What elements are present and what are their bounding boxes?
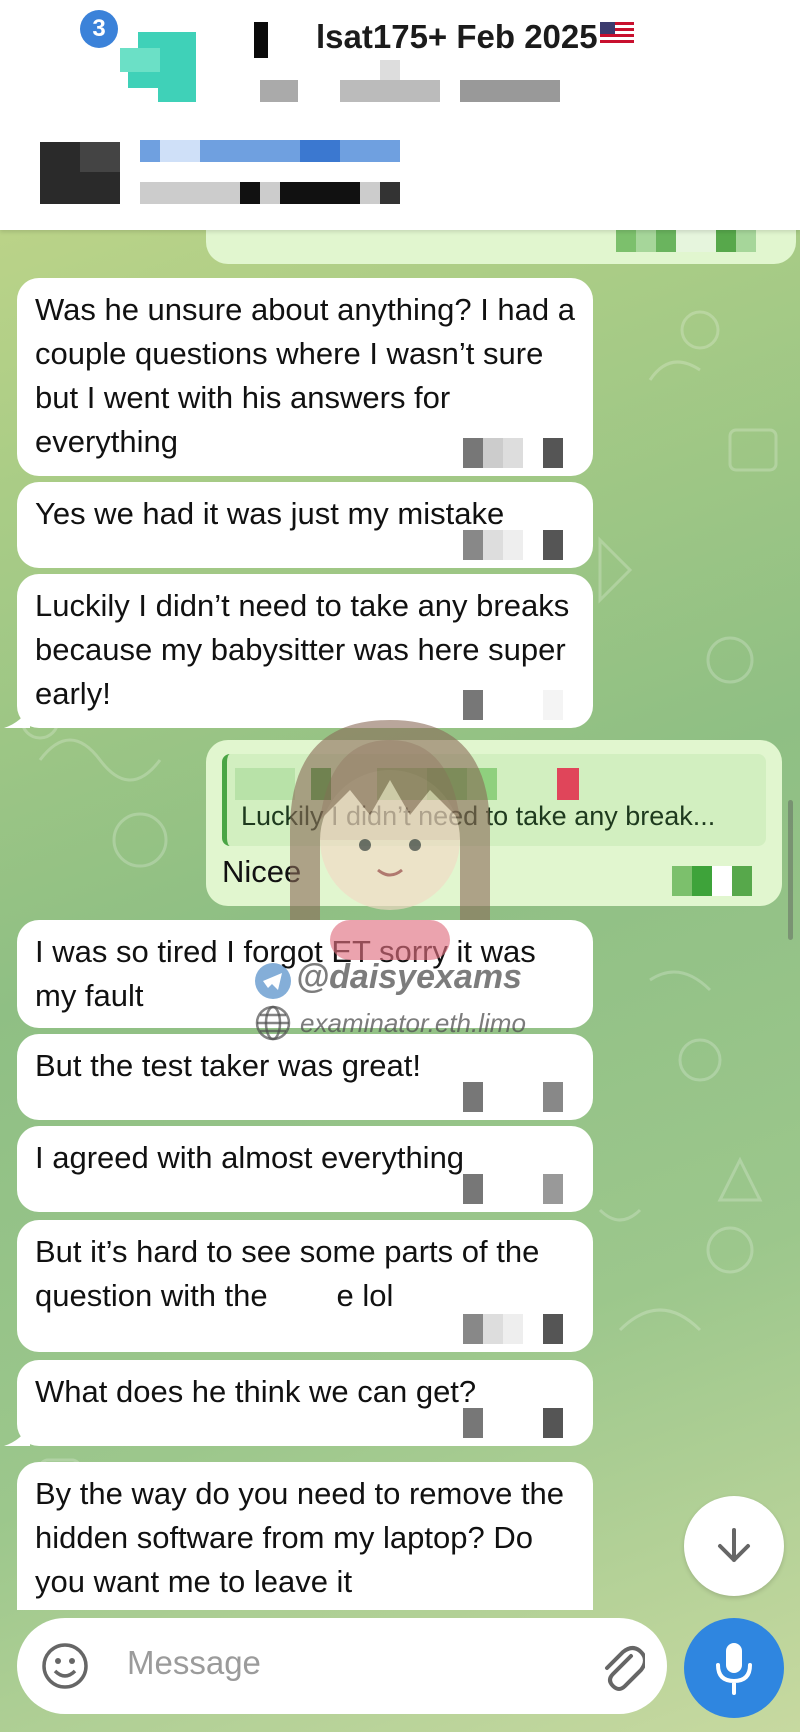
message-meta <box>463 690 563 720</box>
emoji-icon[interactable] <box>41 1642 89 1690</box>
voice-record-button[interactable] <box>684 1618 784 1718</box>
title-redaction <box>254 22 268 58</box>
message-input[interactable]: Message <box>127 1644 261 1682</box>
scrollbar[interactable] <box>788 800 793 940</box>
chat-title-row[interactable]: lsat175+ Feb 2025 <box>316 18 634 56</box>
us-flag-icon <box>599 22 634 44</box>
incoming-message[interactable]: I agreed with almost everything <box>17 1126 593 1212</box>
chat-header: 3 lsat175+ Feb 2025 <box>0 0 800 230</box>
incoming-message[interactable]: Luckily I didn’t need to take any breaks… <box>17 574 593 728</box>
message-meta <box>463 1408 563 1438</box>
incoming-message[interactable]: Was he unsure about anything? I had a co… <box>17 278 593 476</box>
arrow-down-icon <box>718 1528 750 1562</box>
incoming-message[interactable]: But the test taker was great! <box>17 1034 593 1120</box>
paperclip-icon[interactable] <box>597 1638 645 1694</box>
incoming-message[interactable]: Yes we had it was just my mistake <box>17 482 593 568</box>
message-meta <box>463 530 563 560</box>
message-meta <box>672 866 752 896</box>
message-meta <box>463 1314 563 1344</box>
bubble-tail <box>4 706 30 728</box>
globe-icon <box>255 1005 291 1041</box>
message-text: By the way do you need to remove the hid… <box>35 1476 573 1599</box>
watermark-avatar <box>290 720 490 960</box>
message-meta <box>463 1082 563 1112</box>
message-composer[interactable]: Message <box>17 1618 667 1714</box>
incoming-message[interactable]: By the way do you need to remove the hid… <box>17 1462 593 1610</box>
watermark-handle: @daisyexams <box>296 958 522 996</box>
bubble-tail <box>4 1424 30 1446</box>
microphone-icon <box>716 1643 752 1695</box>
chat-title: lsat175+ Feb 2025 <box>316 18 598 55</box>
back-arrow-icon[interactable] <box>118 18 208 102</box>
incoming-message[interactable]: But it’s hard to see some parts of the q… <box>17 1220 593 1352</box>
telegram-icon <box>255 963 291 999</box>
unread-count-badge: 3 <box>80 10 118 48</box>
message-meta <box>463 1174 563 1204</box>
scroll-down-button[interactable] <box>684 1496 784 1596</box>
incoming-message[interactable]: What does he think we can get? <box>17 1360 593 1446</box>
message-meta <box>463 438 563 468</box>
watermark-site: examinator.eth.limo <box>300 1008 526 1038</box>
message-text: But it’s hard to see some parts of the q… <box>35 1234 548 1313</box>
